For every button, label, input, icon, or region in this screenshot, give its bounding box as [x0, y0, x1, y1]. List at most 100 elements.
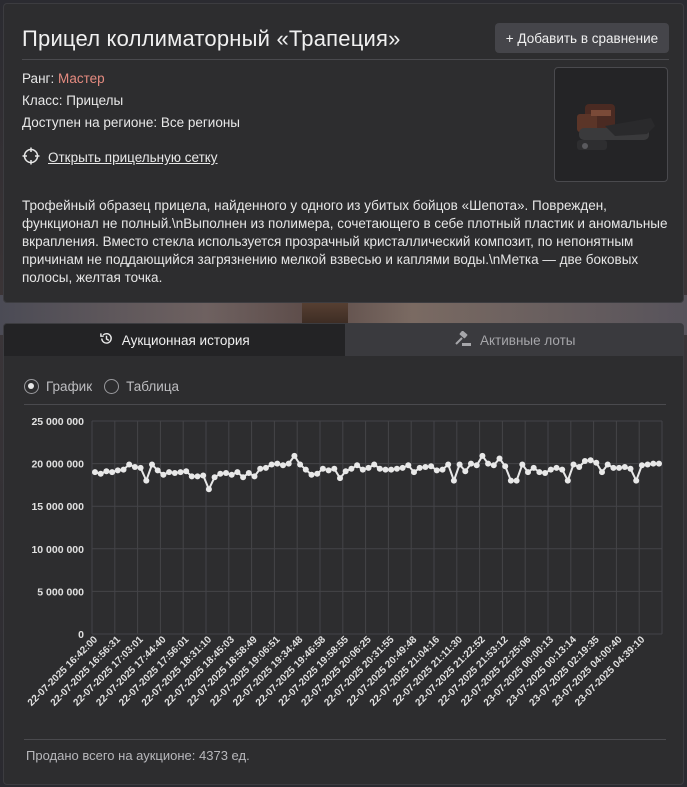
price-data-point [205, 486, 212, 493]
price-data-point [223, 470, 229, 476]
open-reticle-link[interactable]: Открыть прицельную сетку [22, 147, 218, 168]
price-data-point [616, 464, 623, 471]
chart-top-divider [24, 404, 666, 405]
price-data-point [160, 471, 167, 478]
price-data-point [462, 468, 469, 475]
price-data-point [445, 461, 452, 468]
title-divider [22, 59, 669, 60]
price-data-point [428, 463, 435, 470]
price-data-point [496, 455, 503, 462]
price-data-point [126, 461, 133, 468]
rank-value: Мастер [57, 71, 105, 86]
price-data-point [507, 477, 514, 484]
total-sold-text: Продано всего на аукционе: 4373 ед. [26, 748, 250, 763]
item-image [554, 67, 668, 182]
item-card: Прицел коллиматорный «Трапеция» + Добави… [3, 3, 684, 303]
item-title: Прицел коллиматорный «Трапеция» [22, 26, 401, 51]
gavel-icon [454, 330, 472, 350]
price-data-point [200, 472, 207, 479]
price-data-point [319, 465, 326, 472]
crosshair-icon [22, 147, 40, 168]
price-data-point [382, 466, 389, 473]
price-data-point [285, 460, 292, 467]
price-data-point [297, 461, 304, 468]
price-data-point [587, 457, 594, 464]
price-data-point [581, 458, 588, 464]
rank-line: Ранг: Мастер [22, 71, 105, 86]
price-data-point [439, 466, 446, 473]
price-data-point [251, 473, 258, 480]
price-data-point [422, 464, 429, 470]
price-data-point [245, 470, 252, 476]
price-data-point [365, 464, 372, 471]
price-data-point [97, 470, 104, 477]
tab-active-lots[interactable]: Активные лоты [344, 324, 683, 356]
price-data-point [257, 465, 264, 472]
price-data-point [627, 465, 634, 472]
price-data-point [166, 469, 173, 476]
price-data-point [405, 462, 412, 469]
price-data-point [337, 475, 343, 482]
price-data-point [450, 477, 457, 484]
y-tick-label: 25 000 000 [31, 416, 84, 428]
item-description: Трофейный образец прицела, найденного у … [22, 198, 668, 285]
price-data-point [325, 467, 332, 474]
price-data-point [371, 461, 378, 468]
price-data-point [468, 460, 474, 467]
price-data-point [553, 464, 560, 471]
view-option-chart[interactable]: График [24, 379, 92, 394]
price-data-point [576, 464, 583, 470]
price-data-point [525, 469, 531, 476]
price-data-point [262, 464, 269, 471]
history-icon [99, 331, 114, 349]
price-data-point [513, 477, 520, 484]
price-data-point [348, 465, 355, 472]
price-data-point [177, 469, 184, 476]
radio-unselected-icon [104, 379, 120, 394]
view-option-table-label: Таблица [126, 379, 180, 394]
radio-selected-icon [24, 379, 39, 394]
price-data-point [234, 469, 241, 476]
price-data-point [354, 462, 361, 469]
price-data-point [228, 471, 235, 478]
price-data-point [411, 469, 417, 476]
tab-auction-history[interactable]: Аукционная история [4, 324, 345, 356]
price-data-point [393, 465, 400, 472]
price-data-point [650, 460, 657, 467]
region-line: Доступен на регионе: Все регионы [22, 115, 240, 130]
view-option-table[interactable]: Таблица [104, 379, 179, 394]
price-data-point [610, 464, 617, 471]
price-data-point [308, 471, 315, 478]
tab-active-lots-label: Активные лоты [479, 332, 576, 348]
price-data-point [131, 464, 138, 470]
y-tick-label: 10 000 000 [31, 544, 84, 556]
add-to-compare-button[interactable]: + Добавить в сравнение [495, 23, 669, 53]
price-data-point [530, 464, 537, 471]
price-data-point [473, 462, 480, 469]
y-tick-label: 5 000 000 [37, 586, 84, 598]
price-data-point [644, 461, 651, 468]
class-line: Класс: Прицелы [22, 93, 124, 108]
price-data-point [314, 470, 321, 477]
y-tick-label: 15 000 000 [31, 501, 84, 513]
price-data-point [268, 461, 275, 468]
tab-auction-history-label: Аукционная история [121, 332, 250, 348]
price-data-point [280, 462, 286, 469]
price-data-point [92, 469, 98, 476]
price-data-point [656, 460, 662, 467]
price-data-point [183, 468, 190, 475]
price-data-point [399, 464, 406, 471]
view-option-chart-label: График [46, 379, 93, 394]
y-tick-label: 20 000 000 [31, 459, 84, 471]
price-data-point [188, 473, 195, 480]
y-tick-label: 0 [78, 629, 84, 641]
price-data-point [137, 464, 144, 471]
price-data-point [456, 461, 463, 468]
price-data-point [593, 459, 600, 466]
price-data-point [536, 469, 543, 476]
rank-label: Ранг: [22, 71, 58, 86]
price-data-point [559, 466, 566, 473]
price-data-point [149, 461, 155, 468]
chart-bottom-divider [24, 739, 666, 740]
auction-panel: Аукционная история Активные лоты График … [3, 323, 684, 785]
